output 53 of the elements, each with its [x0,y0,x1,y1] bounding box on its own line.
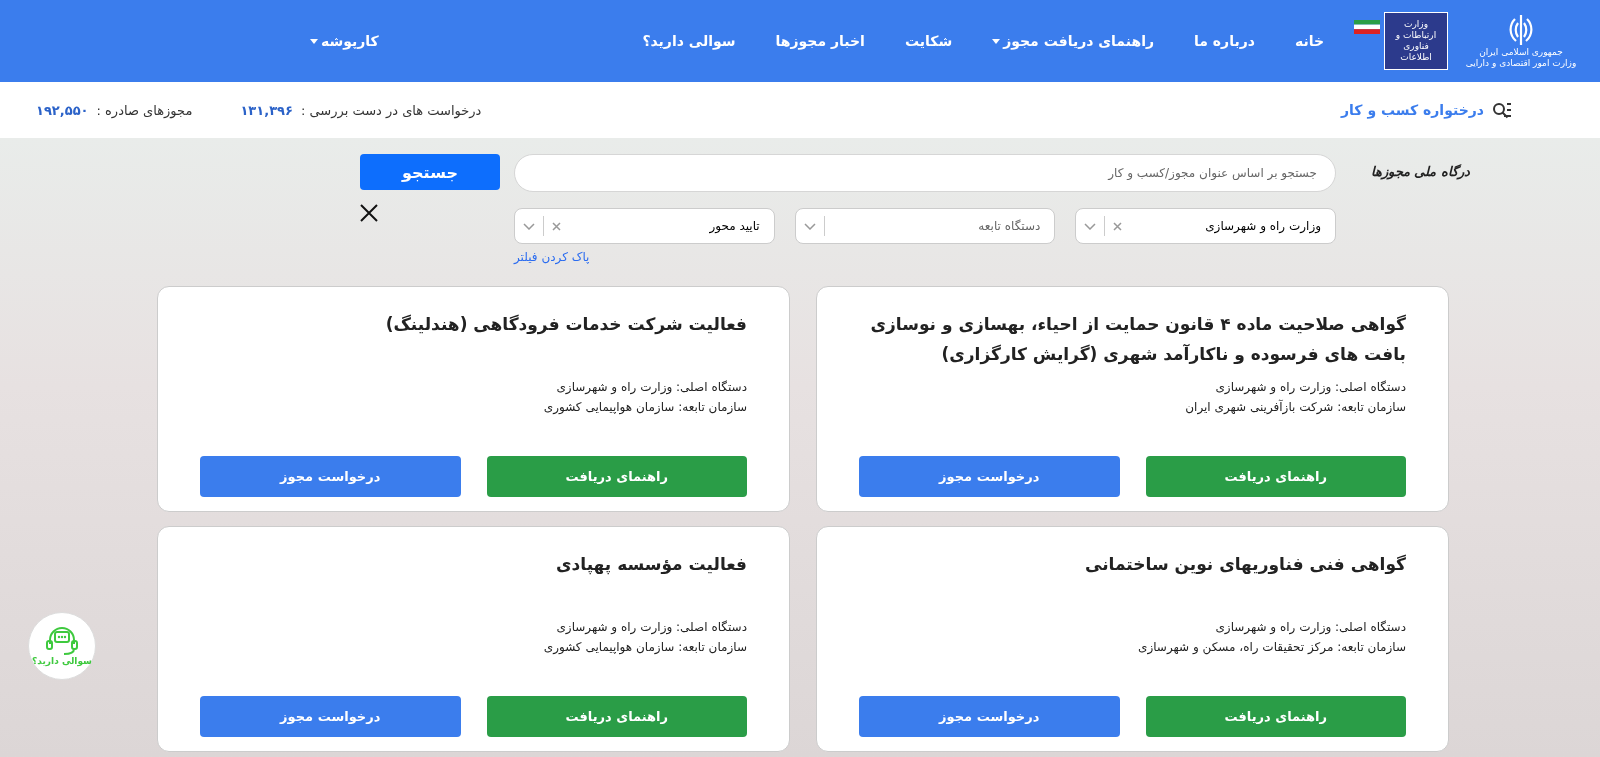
nav-link[interactable]: سوالی دارید؟ [622,33,756,49]
card-title: گواهی فنی فناوریهای نوین ساختمانی [1083,553,1406,577]
portal-logo: درگاه ملی مجوزها [1369,163,1470,182]
clear-icon[interactable] [1113,221,1123,231]
filter-select[interactable]: تایید محور [514,208,775,244]
filter-select[interactable]: دستگاه تابعه [794,208,1056,244]
nav-link[interactable]: اخبار مجوزها [755,33,885,49]
chevron-down-icon[interactable] [1084,222,1097,230]
stat-label: مجوزهای صادره : [96,102,193,118]
card-title: گواهی صلاحیت ماده ۴ قانون حمایت از احیاء، بهسازی و نوسازی بافت های فرسوده و ناکارآمد شهری (گرایش کارگزاری) [869,313,1406,367]
request-button[interactable]: درخواست مجوز [200,696,461,737]
main-org-text: دستگاه اصلی: وزارت راه و شهرسازی [1214,619,1406,637]
request-button[interactable]: درخواست مجوز [200,456,461,497]
emblem-caption: وزارت امور اقتصادی و دارایی [1465,58,1577,69]
guide-button[interactable]: راهنمای دریافت [486,456,747,497]
clear-filter-link[interactable]: پاک کردن فیلتر [514,250,590,264]
stat-label: درخواست های در دست بررسی : [300,102,482,118]
chevron-down-icon[interactable] [523,222,535,230]
filter-select[interactable]: وزارت راه و شهرسازی [1075,208,1336,244]
guide-button[interactable]: راهنمای دریافت [486,696,747,737]
request-button[interactable]: درخواست مجوز [859,456,1120,497]
nav-link[interactable]: شکایت [884,33,973,49]
search-button[interactable]: جستجو [360,154,500,190]
caret-icon [310,38,318,44]
clear-icon[interactable] [552,221,561,231]
sub-org-text: سازمان تابعه: سازمان هواپیمایی کشوری [542,639,747,657]
ministry-logo: وزارت ارتباطات و فناوری اطلاعات [1384,12,1448,70]
search-field[interactable]: جستجو بر اساس عنوان مجوز/کسب و کار [514,154,1336,192]
tree-link[interactable]: درختواره کسب و کار [1341,101,1512,119]
guide-button[interactable]: راهنمای دریافت [1145,696,1406,737]
stat-value: ۱۳۱,۳۹۶ [240,102,293,118]
emblem-caption: جمهوری اسلامی ایران [1479,47,1563,58]
card-title: فعالیت مؤسسه پهپادی [555,553,747,577]
guide-button[interactable]: راهنمای دریافت [1145,456,1406,497]
flag-icon [1354,20,1380,34]
sub-org-text: سازمان تابعه: شرکت بازآفرینی شهری ایران [1184,398,1406,417]
user-menu[interactable]: کارپوشه [290,33,399,49]
card-title: فعالیت شرکت خدمات فرودگاهی (هندلینگ) [384,313,747,337]
close-icon[interactable] [360,204,378,222]
main-org-text: دستگاه اصلی: وزارت راه و شهرسازی [555,379,747,397]
nav-link[interactable]: درباره ما [1174,33,1275,49]
stat-value: ۱۹۲,۵۵۰ [36,102,89,118]
main-org-text: دستگاه اصلی: وزارت راه و شهرسازی [555,619,747,637]
nav-link[interactable]: خانه [1274,33,1344,49]
sub-org-text: سازمان تابعه: سازمان هواپیمایی کشوری [542,399,747,417]
caret-icon [992,38,1001,44]
search-list-icon [1490,101,1512,119]
request-button[interactable]: درخواست مجوز [859,696,1120,737]
headset-icon [45,626,79,656]
main-org-text: دستگاه اصلی: وزارت راه و شهرسازی [1214,379,1406,397]
nav-link[interactable]: راهنمای دریافت مجوز [972,33,1174,49]
chevron-down-icon[interactable] [803,222,816,230]
sub-org-text: سازمان تابعه: مرکز تحقیقات راه، مسکن و شهرسازی [1137,639,1406,657]
